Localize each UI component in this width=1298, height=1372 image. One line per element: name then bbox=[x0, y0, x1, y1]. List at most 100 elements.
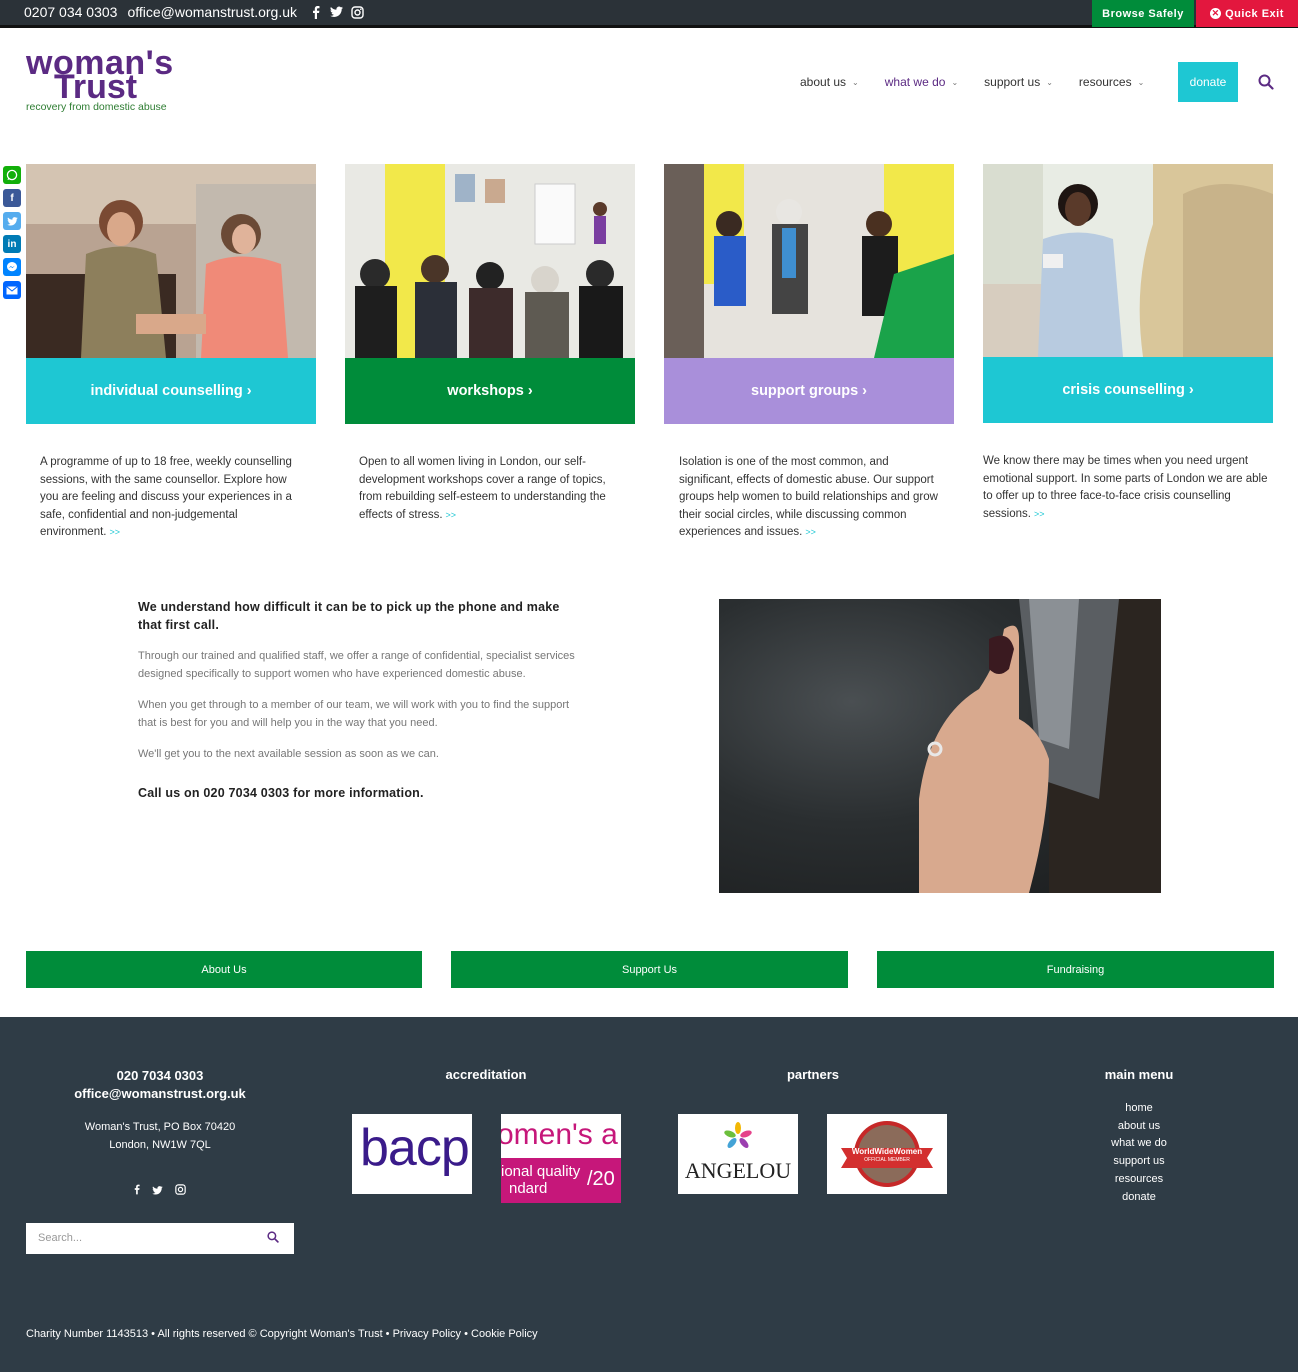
chevron-down-icon: ⌄ bbox=[1137, 77, 1145, 87]
browse-safely-button[interactable]: Browse Safely bbox=[1092, 0, 1194, 27]
angelou-logo[interactable]: ANGELOU bbox=[678, 1114, 798, 1194]
womens-aid-text-3: ndard bbox=[509, 1180, 548, 1197]
nav-label: resources bbox=[1078, 75, 1132, 89]
workshop-photo bbox=[345, 164, 635, 358]
share-sidebar: f in bbox=[3, 166, 21, 299]
footer-main-menu: home about us what we do support us reso… bbox=[1080, 1100, 1198, 1206]
nav-item-support-us[interactable]: support us ⌄ bbox=[984, 75, 1053, 89]
whatsapp-icon[interactable] bbox=[3, 166, 21, 184]
facebook-icon[interactable] bbox=[309, 5, 322, 19]
counselling-photo bbox=[26, 164, 316, 358]
card-description-text: Open to all women living in London, our … bbox=[359, 456, 606, 521]
card-description: Isolation is one of the most common, and… bbox=[679, 454, 941, 542]
chevron-down-icon: ⌄ bbox=[951, 77, 959, 87]
top-phone[interactable]: 0207 034 0303 bbox=[24, 4, 117, 20]
footer-email[interactable]: office@womanstrust.org.uk bbox=[26, 1085, 294, 1103]
logo-tagline: recovery from domestic abuse bbox=[26, 101, 167, 113]
read-more-link[interactable]: >> bbox=[109, 527, 120, 537]
womens-aid-text-2: ional quality bbox=[501, 1163, 581, 1180]
linkedin-icon[interactable]: in bbox=[3, 235, 21, 253]
search-icon[interactable] bbox=[267, 1230, 281, 1244]
footer-address: Woman's Trust, PO Box 70420 London, NW1W… bbox=[26, 1118, 294, 1154]
partners-heading: partners bbox=[786, 1067, 840, 1082]
nav-label: what we do bbox=[884, 75, 946, 89]
call-cta: Call us on 020 7034 0303 for more inform… bbox=[138, 785, 424, 800]
button-label: Fundraising bbox=[1046, 963, 1105, 976]
crisis-counselling-link[interactable]: crisis counselling › bbox=[983, 357, 1273, 423]
footer-contact: 020 7034 0303 office@womanstrust.org.uk … bbox=[26, 1067, 294, 1200]
donate-button[interactable]: donate bbox=[1178, 62, 1238, 102]
bacp-text: bacp bbox=[360, 1119, 470, 1177]
workshops-link[interactable]: workshops › bbox=[345, 358, 635, 424]
logo-line-2: Trust bbox=[54, 68, 138, 106]
footer-social bbox=[26, 1182, 294, 1200]
twitter-icon[interactable] bbox=[152, 1182, 163, 1200]
nav-item-about-us[interactable]: about us ⌄ bbox=[800, 75, 859, 89]
nav-item-resources[interactable]: resources ⌄ bbox=[1079, 75, 1144, 89]
twitter-icon[interactable] bbox=[330, 6, 344, 19]
top-contact: 0207 034 0303 office@womanstrust.org.uk bbox=[24, 4, 364, 20]
read-more-link[interactable]: >> bbox=[446, 510, 457, 520]
footer-menu-resources[interactable]: resources bbox=[1080, 1171, 1198, 1189]
call-paragraph-1: Through our trained and qualified staff,… bbox=[138, 650, 575, 680]
main-menu-heading: main menu bbox=[1104, 1067, 1174, 1082]
footer-menu-home[interactable]: home bbox=[1080, 1100, 1198, 1118]
top-bar: 0207 034 0303 office@womanstrust.org.uk … bbox=[0, 0, 1298, 28]
card-title: crisis counselling › bbox=[1062, 382, 1194, 398]
card-description-text: Isolation is one of the most common, and… bbox=[679, 456, 938, 538]
email-icon[interactable] bbox=[3, 281, 21, 299]
womens-aid-logo[interactable]: omen's a ional quality ndard /20 bbox=[501, 1114, 621, 1203]
top-social bbox=[309, 5, 364, 19]
facebook-icon[interactable] bbox=[134, 1182, 140, 1200]
footer-menu-about-us[interactable]: about us bbox=[1080, 1118, 1198, 1136]
support-groups-link[interactable]: support groups › bbox=[664, 358, 954, 424]
card-description: Open to all women living in London, our … bbox=[359, 454, 621, 524]
top-email[interactable]: office@womanstrust.org.uk bbox=[127, 4, 297, 20]
footer-menu-donate[interactable]: donate bbox=[1080, 1189, 1198, 1207]
worldwidewomen-logo[interactable]: WorldWideWomen OFFICIAL MEMBER bbox=[827, 1114, 947, 1194]
about-us-button[interactable]: About Us bbox=[26, 951, 422, 988]
individual-counselling-link[interactable]: individual counselling › bbox=[26, 358, 316, 424]
service-card-workshops: workshops › Open to all women living in … bbox=[345, 164, 635, 521]
footer: 020 7034 0303 office@womanstrust.org.uk … bbox=[0, 1017, 1298, 1372]
quick-exit-button[interactable]: ✕ Quick Exit bbox=[1196, 0, 1298, 27]
site-logo[interactable]: woman's Trust recovery from domestic abu… bbox=[26, 46, 186, 118]
fundraising-button[interactable]: Fundraising bbox=[877, 951, 1274, 988]
call-heading: We understand how difficult it can be to… bbox=[138, 600, 560, 632]
support-group-photo bbox=[664, 164, 954, 358]
crisis-counselling-photo bbox=[983, 164, 1273, 357]
button-label: About Us bbox=[201, 963, 247, 976]
service-card-support-groups: support groups › Isolation is one of the… bbox=[664, 164, 954, 538]
facebook-icon[interactable]: f bbox=[3, 189, 21, 207]
instagram-icon[interactable] bbox=[175, 1182, 186, 1200]
browse-safely-label: Browse Safely bbox=[1102, 7, 1184, 20]
footer-phone[interactable]: 020 7034 0303 bbox=[26, 1067, 294, 1085]
read-more-link[interactable]: >> bbox=[805, 527, 816, 537]
card-description-text: A programme of up to 18 free, weekly cou… bbox=[40, 456, 292, 538]
call-paragraph-3: We'll get you to the next available sess… bbox=[138, 748, 439, 760]
nav-label: about us bbox=[800, 75, 847, 89]
footer-menu-support-us[interactable]: support us bbox=[1080, 1153, 1198, 1171]
bacp-logo[interactable]: bacp bbox=[352, 1114, 472, 1194]
womens-aid-text-4: /20 bbox=[587, 1168, 615, 1190]
nav-label: support us bbox=[984, 75, 1041, 89]
card-title: workshops › bbox=[447, 383, 533, 399]
support-us-button[interactable]: Support Us bbox=[451, 951, 848, 988]
twitter-icon[interactable] bbox=[3, 212, 21, 230]
footer-search-input[interactable]: Search... bbox=[26, 1223, 294, 1254]
angelou-text: ANGELOU bbox=[684, 1158, 792, 1183]
flower-icon bbox=[724, 1122, 752, 1148]
close-circle-icon: ✕ bbox=[1210, 8, 1222, 19]
button-label: Support Us bbox=[621, 963, 678, 976]
read-more-link[interactable]: >> bbox=[1034, 509, 1045, 519]
call-section: We understand how difficult it can be to… bbox=[138, 598, 578, 800]
footer-menu-what-we-do[interactable]: what we do bbox=[1080, 1135, 1198, 1153]
messenger-icon[interactable] bbox=[3, 258, 21, 276]
instagram-icon[interactable] bbox=[351, 5, 364, 19]
address-line-1: Woman's Trust, PO Box 70420 bbox=[84, 1121, 236, 1133]
search-icon[interactable] bbox=[1258, 74, 1274, 90]
womens-aid-text-1: omen's a bbox=[501, 1118, 618, 1151]
nav-item-what-we-do[interactable]: what we do ⌄ bbox=[885, 75, 958, 89]
card-description: A programme of up to 18 free, weekly cou… bbox=[40, 454, 302, 542]
card-title: individual counselling › bbox=[90, 383, 252, 399]
